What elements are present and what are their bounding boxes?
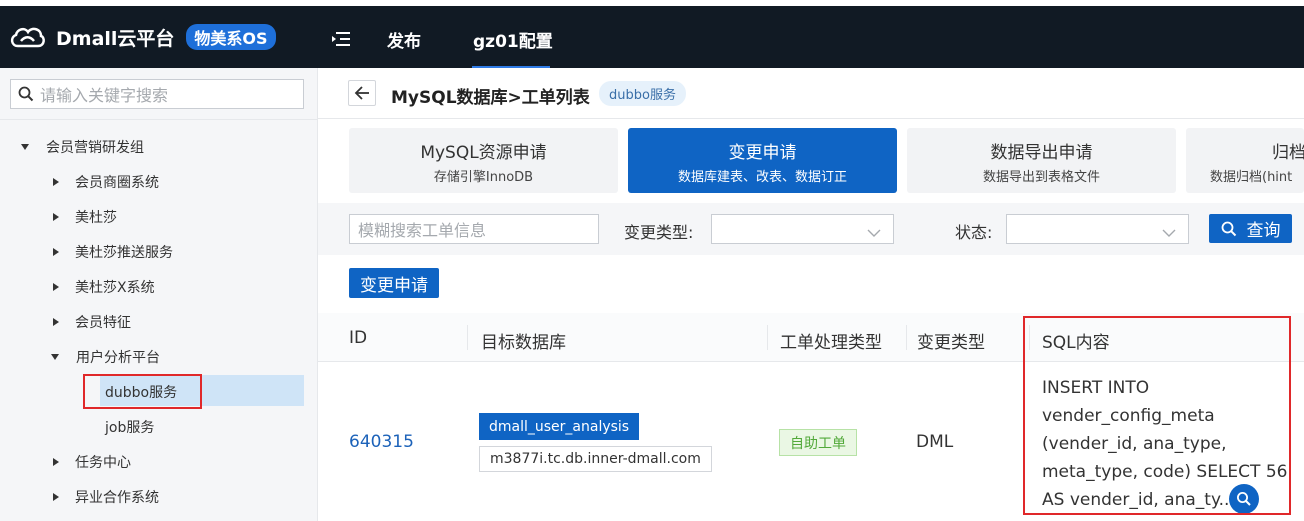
tree-item-medusa-push[interactable]: 美杜莎推送服务 xyxy=(53,242,173,262)
filter-bar: 模糊搜索工单信息 变更类型: 状态: 查询 xyxy=(318,203,1304,255)
header-divider xyxy=(318,118,1304,119)
ticket-search-input[interactable]: 模糊搜索工单信息 xyxy=(349,214,599,244)
tree-item-cross-industry[interactable]: 异业合作系统 xyxy=(53,487,159,507)
arrow-left-icon xyxy=(354,86,370,100)
sidebar-search-input[interactable]: 请输入关键字搜索 xyxy=(10,79,304,109)
page-title: MySQL数据库>工单列表 xyxy=(391,88,590,108)
change-type-select[interactable] xyxy=(711,214,894,244)
cloud-logo-icon xyxy=(8,23,46,51)
tree-item-label: 美杜莎 xyxy=(75,210,117,226)
change-apply-button[interactable]: 变更申请 xyxy=(349,268,439,298)
tree-item-label: 会员营销研发组 xyxy=(46,140,144,156)
nav-gz01-config[interactable]: gz01配置 xyxy=(473,27,553,52)
target-db-tag: dmall_user_analysis xyxy=(479,413,640,440)
caret-right-icon xyxy=(53,213,59,221)
tree-item-label: 用户分析平台 xyxy=(76,350,160,366)
tree-item-label: 会员商圈系统 xyxy=(75,175,159,191)
top-navbar: Dmall云平台 物美系OS 发布 gz01配置 xyxy=(0,6,1304,69)
card-subtitle: 数据归档(hint xyxy=(1210,170,1293,185)
sidebar-divider xyxy=(0,119,318,120)
caret-down-icon xyxy=(51,354,59,360)
header-separator xyxy=(767,325,768,350)
tree-item-label: 美杜莎X系统 xyxy=(75,280,155,296)
tree-item-task-center[interactable]: 任务中心 xyxy=(53,452,131,472)
chevron-down-icon xyxy=(1162,223,1176,242)
chevron-down-icon xyxy=(867,223,881,242)
change-type-label: 变更类型: xyxy=(624,223,694,242)
tree-item-medusa-x[interactable]: 美杜莎X系统 xyxy=(53,277,155,297)
caret-right-icon xyxy=(53,178,59,186)
tree-item-label: 异业合作系统 xyxy=(75,490,159,506)
highlight-box-sql xyxy=(1023,316,1291,515)
caret-right-icon xyxy=(53,283,59,291)
caret-right-icon xyxy=(53,318,59,326)
brand-name: Dmall云平台 xyxy=(56,27,175,50)
card-mysql-resource[interactable]: MySQL资源申请 存储引擎InnoDB xyxy=(349,128,618,193)
query-button[interactable]: 查询 xyxy=(1209,214,1292,243)
card-archive[interactable]: 归档 数据归档(hint xyxy=(1186,128,1304,193)
card-title: 数据导出申请 xyxy=(990,143,1093,163)
caret-right-icon xyxy=(53,493,59,501)
card-subtitle: 存储引擎InnoDB xyxy=(433,170,534,185)
tree-item-medusa[interactable]: 美杜莎 xyxy=(53,207,117,227)
card-title: MySQL资源申请 xyxy=(420,143,547,163)
search-icon xyxy=(1221,221,1237,237)
card-title: 归档 xyxy=(1272,143,1304,163)
process-type-tag: 自助工单 xyxy=(779,429,857,456)
card-data-export[interactable]: 数据导出申请 数据导出到表格文件 xyxy=(907,128,1176,193)
tree-item-job-service[interactable]: job服务 xyxy=(105,417,154,437)
search-icon xyxy=(18,86,34,102)
tree-item-user-analysis[interactable]: 用户分析平台 xyxy=(51,347,160,367)
menu-toggle-icon[interactable] xyxy=(331,30,351,48)
ticket-id-link[interactable]: 640315 xyxy=(349,432,414,452)
caret-right-icon xyxy=(53,458,59,466)
query-label: 查询 xyxy=(1246,221,1281,241)
tree-item-label: 美杜莎推送服务 xyxy=(75,245,173,261)
card-change-request[interactable]: 变更申请 数据库建表、改表、数据订正 xyxy=(628,128,897,193)
db-host-tag: m3877i.tc.db.inner-dmall.com xyxy=(479,446,712,472)
sidebar-search-placeholder: 请输入关键字搜索 xyxy=(40,86,169,105)
tree-item-label: 会员特征 xyxy=(75,315,131,331)
header-separator xyxy=(467,325,468,350)
change-type-value: DML xyxy=(916,432,954,452)
back-button[interactable] xyxy=(348,80,376,106)
brand[interactable]: Dmall云平台 物美系OS xyxy=(8,23,276,51)
header-change-type: 变更类型 xyxy=(917,333,985,353)
header-separator xyxy=(906,325,907,350)
card-title: 变更申请 xyxy=(728,143,797,163)
main-content: MySQL数据库>工单列表 dubbo服务 MySQL资源申请 存储引擎Inno… xyxy=(318,68,1304,521)
header-process-type: 工单处理类型 xyxy=(780,333,882,353)
tree-item-label: job服务 xyxy=(105,420,155,436)
nav-publish[interactable]: 发布 xyxy=(387,27,421,52)
card-subtitle: 数据导出到表格文件 xyxy=(982,170,1100,185)
status-label: 状态: xyxy=(955,223,993,242)
caret-down-icon xyxy=(21,144,29,150)
ticket-search-placeholder: 模糊搜索工单信息 xyxy=(358,221,487,240)
service-tag: dubbo服务 xyxy=(599,81,686,106)
tree-item-member-shopping[interactable]: 会员商圈系统 xyxy=(53,172,159,192)
tree-item-label: 任务中心 xyxy=(75,455,131,471)
tree-item-member-features[interactable]: 会员特征 xyxy=(53,312,131,332)
caret-right-icon xyxy=(53,248,59,256)
header-target-db: 目标数据库 xyxy=(481,333,566,353)
sidebar: 请输入关键字搜索 会员营销研发组 会员商圈系统 美杜莎 美杜莎推送服务 美杜莎X… xyxy=(0,68,318,521)
brand-badge: 物美系OS xyxy=(186,24,276,50)
card-subtitle: 数据库建表、改表、数据订正 xyxy=(677,170,847,185)
highlight-box-dubbo xyxy=(83,374,202,409)
status-select[interactable] xyxy=(1006,214,1189,244)
header-id: ID xyxy=(349,328,368,348)
tree-item-member-marketing[interactable]: 会员营销研发组 xyxy=(21,137,144,157)
